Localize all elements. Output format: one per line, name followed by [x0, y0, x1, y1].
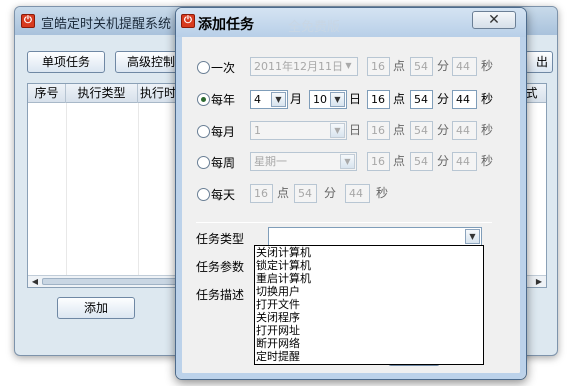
once-date-value: 2011年12月11日: [254, 60, 343, 73]
radio-yearly[interactable]: [197, 93, 210, 106]
yearly-day-select[interactable]: 10 ▼: [309, 90, 347, 109]
scroll-right-icon[interactable]: ▶: [533, 276, 545, 287]
daily-second-field: 44: [345, 184, 370, 203]
weekly-hour-field: 16: [367, 152, 390, 171]
once-minute-field: 54: [410, 57, 433, 76]
column-header[interactable]: 执行类型: [66, 84, 138, 103]
section-divider: [196, 222, 492, 223]
radio-once-label: 一次: [211, 61, 236, 75]
list-item[interactable]: 关闭程序: [256, 311, 484, 325]
dialog-title: 添加任务: [198, 17, 254, 33]
close-icon: ✕: [488, 12, 500, 28]
app-icon: ⏻: [21, 14, 35, 28]
column-divider: [138, 103, 139, 279]
once-minute-unit: 分: [437, 59, 450, 73]
daily-minute-field: 54: [294, 184, 317, 203]
task-type-dropdown-list[interactable]: 关闭计算机 锁定计算机 重启计算机 切换用户 打开文件 关闭程序 打开网址 断开…: [254, 245, 484, 365]
radio-monthly[interactable]: [197, 125, 210, 138]
list-item[interactable]: 关闭计算机: [256, 246, 484, 260]
list-item[interactable]: 锁定计算机: [256, 259, 484, 273]
list-item[interactable]: 打开网址: [256, 324, 484, 338]
once-second-field: 44: [452, 57, 477, 76]
single-task-button[interactable]: 单项任务: [27, 51, 105, 73]
list-item[interactable]: 定时提醒: [256, 350, 484, 364]
chevron-down-icon: ▼: [330, 123, 345, 138]
once-hour-field: 16: [367, 57, 390, 76]
task-desc-label: 任务描述: [196, 288, 245, 302]
weekly-weekday-value: 星期一: [254, 155, 287, 168]
column-header[interactable]: 执行时: [138, 84, 178, 103]
main-window-title: 宣皓定时关机提醒系统: [41, 17, 172, 32]
radio-weekly-label: 每周: [211, 156, 236, 170]
monthly-hour-unit: 点: [393, 123, 406, 137]
chevron-down-icon: ▼: [340, 154, 355, 169]
monthly-day-unit: 日: [349, 123, 362, 137]
task-type-select[interactable]: ▼: [268, 227, 482, 246]
once-date-picker: 2011年12月11日 ▼: [250, 57, 358, 76]
daily-minute-unit: 分: [324, 186, 337, 200]
list-item[interactable]: 打开文件: [256, 298, 484, 312]
chevron-down-icon[interactable]: ▼: [330, 92, 345, 107]
yearly-month-select[interactable]: 4 ▼: [250, 90, 288, 109]
toolbar-right-button[interactable]: 出: [525, 51, 553, 73]
radio-yearly-label: 每年: [211, 93, 236, 107]
monthly-day-value: 1: [254, 124, 261, 137]
daily-second-unit: 秒: [376, 186, 389, 200]
once-hour-unit: 点: [393, 59, 406, 73]
weekly-hour-unit: 点: [393, 154, 406, 168]
column-divider: [66, 103, 67, 279]
monthly-minute-field: 54: [410, 121, 433, 140]
yearly-day-unit: 日: [349, 92, 362, 106]
monthly-day-select: 1 ▼: [250, 121, 347, 140]
yearly-second-unit: 秒: [481, 92, 494, 106]
weekly-second-field: 44: [452, 152, 477, 171]
daily-hour-unit: 点: [277, 186, 290, 200]
yearly-minute-field[interactable]: 54: [410, 90, 433, 109]
monthly-minute-unit: 分: [437, 123, 450, 137]
dialog-app-icon: ⏻: [181, 14, 195, 28]
list-item[interactable]: 重启计算机: [256, 272, 484, 286]
dialog-title-bar[interactable]: ⏻ 添加任务 全免费版 ✕: [176, 8, 526, 37]
radio-once[interactable]: [197, 61, 210, 74]
column-header[interactable]: 序号: [28, 84, 66, 103]
radio-daily-label: 每天: [211, 188, 236, 202]
task-type-label: 任务类型: [196, 232, 245, 246]
weekly-second-unit: 秒: [481, 154, 494, 168]
chevron-down-icon: ▼: [345, 61, 352, 70]
chevron-down-icon[interactable]: ▼: [271, 92, 286, 107]
yearly-hour-field[interactable]: 16: [367, 90, 390, 109]
monthly-second-field: 44: [452, 121, 477, 140]
radio-daily[interactable]: [197, 188, 210, 201]
yearly-minute-unit: 分: [437, 92, 450, 106]
task-param-label: 任务参数: [196, 260, 245, 274]
scrollbar-thumb[interactable]: [42, 278, 182, 285]
weekly-minute-unit: 分: [437, 154, 450, 168]
list-item[interactable]: 断开网络: [256, 337, 484, 351]
chevron-down-icon[interactable]: ▼: [465, 229, 480, 244]
add-button[interactable]: 添加: [57, 297, 135, 319]
weekly-weekday-select: 星期一 ▼: [250, 152, 357, 171]
daily-hour-field: 16: [250, 184, 273, 203]
monthly-second-unit: 秒: [481, 123, 494, 137]
yearly-hour-unit: 点: [393, 92, 406, 106]
radio-weekly[interactable]: [197, 156, 210, 169]
title-ghost-text: 全免费版: [288, 20, 341, 35]
close-button[interactable]: ✕: [472, 11, 516, 29]
scroll-left-icon[interactable]: ◀: [29, 276, 41, 287]
yearly-month-unit: 月: [290, 92, 303, 106]
list-item[interactable]: 切换用户: [256, 285, 484, 299]
once-second-unit: 秒: [481, 59, 494, 73]
yearly-second-field[interactable]: 44: [452, 90, 477, 109]
weekly-minute-field: 54: [410, 152, 433, 171]
monthly-hour-field: 16: [367, 121, 390, 140]
yearly-day-value: 10: [313, 93, 327, 106]
radio-monthly-label: 每月: [211, 125, 236, 139]
yearly-month-value: 4: [254, 93, 261, 106]
